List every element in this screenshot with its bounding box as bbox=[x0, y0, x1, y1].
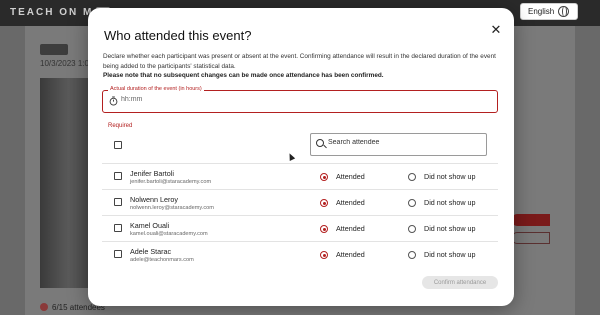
participant-email: adele@teachonmars.com bbox=[130, 257, 194, 263]
attended-radio[interactable] bbox=[320, 173, 328, 181]
attended-radio[interactable] bbox=[320, 199, 328, 207]
duration-field[interactable]: Actual duration of the event (in hours) bbox=[102, 86, 498, 113]
dialog-description: Declare whether each participant was pre… bbox=[103, 53, 496, 70]
attended-label: Attended bbox=[336, 224, 365, 233]
participant-name: Jenifer Bartoli bbox=[130, 169, 174, 178]
participant-checkbox[interactable] bbox=[114, 198, 122, 206]
timer-icon bbox=[109, 96, 118, 106]
participant-name: Kamel Ouali bbox=[130, 221, 170, 230]
participant-row: Adele Starac adele@teachonmars.com Atten… bbox=[102, 242, 498, 268]
attended-label: Attended bbox=[336, 198, 365, 207]
duration-input[interactable] bbox=[121, 96, 321, 103]
globe-icon bbox=[558, 6, 569, 17]
event-photo bbox=[40, 78, 88, 288]
event-icon bbox=[40, 44, 68, 55]
primary-action-button[interactable] bbox=[512, 214, 550, 226]
absent-radio[interactable] bbox=[408, 225, 416, 233]
language-label: English bbox=[528, 7, 555, 16]
select-all-checkbox[interactable] bbox=[114, 141, 122, 149]
secondary-action-button[interactable] bbox=[512, 232, 550, 244]
participant-checkbox[interactable] bbox=[114, 250, 122, 258]
participant-checkbox[interactable] bbox=[114, 172, 122, 180]
close-button[interactable]: ✕ bbox=[488, 22, 504, 38]
mouse-cursor-icon bbox=[286, 152, 296, 161]
absent-radio[interactable] bbox=[408, 199, 416, 207]
dialog-note: Please note that no subsequent changes c… bbox=[103, 72, 384, 79]
attended-label: Attended bbox=[336, 172, 365, 181]
attended-radio[interactable] bbox=[320, 251, 328, 259]
attended-radio[interactable] bbox=[320, 225, 328, 233]
participant-row: Nolwenn Leroy nolwenn.leroy@staracademy.… bbox=[102, 190, 498, 216]
participant-name: Adele Starac bbox=[130, 247, 172, 256]
participant-checkbox[interactable] bbox=[114, 224, 122, 232]
attended-label: Attended bbox=[336, 250, 365, 259]
participant-row: Jenifer Bartoli jenifer.bartoli@staracad… bbox=[102, 164, 498, 190]
event-date: 10/3/2023 1:00 bbox=[40, 59, 94, 68]
duration-error: Required bbox=[108, 123, 133, 129]
search-attendee[interactable] bbox=[310, 133, 487, 156]
absent-label: Did not show up bbox=[424, 250, 476, 259]
absent-label: Did not show up bbox=[424, 172, 476, 181]
participant-email: kamel.ouali@staracademy.com bbox=[130, 231, 208, 237]
absent-label: Did not show up bbox=[424, 198, 476, 207]
absent-radio[interactable] bbox=[408, 251, 416, 259]
search-input[interactable] bbox=[328, 139, 478, 146]
language-selector[interactable]: English bbox=[520, 3, 578, 20]
participant-row: Kamel Ouali kamel.ouali@staracademy.com … bbox=[102, 216, 498, 242]
dialog-title: Who attended this event? bbox=[104, 28, 252, 43]
participant-email: jenifer.bartoli@staracademy.com bbox=[130, 179, 212, 185]
attendance-dialog: Who attended this event? ✕ Declare wheth… bbox=[88, 8, 514, 306]
attendee-icon bbox=[40, 303, 48, 311]
absent-radio[interactable] bbox=[408, 173, 416, 181]
close-icon: ✕ bbox=[490, 22, 502, 37]
search-icon bbox=[316, 139, 324, 147]
participant-email: nolwenn.leroy@staracademy.com bbox=[130, 205, 214, 211]
duration-label: Actual duration of the event (in hours) bbox=[108, 86, 204, 92]
confirm-attendance-button[interactable]: Confirm attendance bbox=[422, 276, 498, 289]
participant-name: Nolwenn Leroy bbox=[130, 195, 178, 204]
absent-label: Did not show up bbox=[424, 224, 476, 233]
